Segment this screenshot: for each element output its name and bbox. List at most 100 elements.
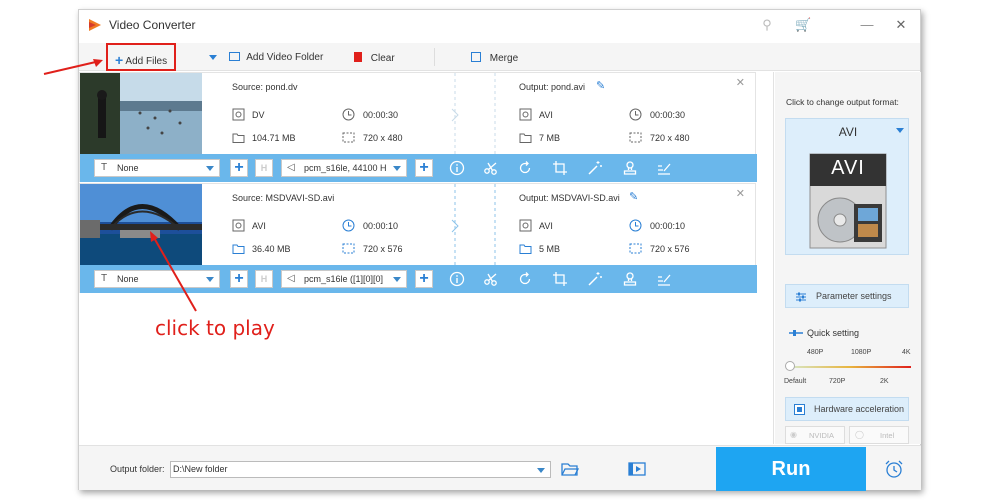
chevron-down-icon[interactable] — [537, 468, 545, 473]
output-format-selector[interactable]: AVI AVI — [785, 118, 909, 255]
video-thumbnail[interactable] — [80, 73, 202, 154]
video-thumbnail[interactable] — [80, 184, 202, 265]
quality-slider-track[interactable] — [789, 366, 911, 368]
info-icon[interactable] — [449, 271, 465, 287]
file-list: Source: pond.dv DV 00:00:30 104.71 MB 72… — [79, 72, 774, 444]
dropdown-arrow-icon[interactable] — [209, 55, 217, 60]
file-item[interactable]: Source: pond.dv DV 00:00:30 104.71 MB 72… — [79, 72, 757, 182]
edit-pencil-icon[interactable]: ✎ — [629, 190, 638, 203]
hardsub-icon[interactable]: H — [255, 270, 273, 288]
close-window-button[interactable]: ✕ — [893, 17, 909, 33]
quality-slider-handle[interactable] — [785, 361, 795, 371]
format-icon — [232, 108, 245, 121]
quality-label-480p: 480P — [807, 349, 824, 356]
add-subtitle-button[interactable]: + — [230, 270, 248, 288]
output-folder-input[interactable]: D:\New folder — [170, 461, 551, 478]
output-size: 7 MB — [539, 133, 561, 143]
output-format: AVI — [539, 221, 553, 231]
format-icon — [519, 219, 532, 232]
source-resolution: 720 x 576 — [363, 244, 403, 254]
source-size: 36.40 MB — [252, 244, 291, 254]
merge-button[interactable]: Merge — [471, 51, 518, 64]
chevron-down-icon — [206, 166, 214, 171]
folder-icon — [519, 133, 532, 143]
subtitle-select[interactable]: T None — [94, 270, 220, 288]
speaker-icon: ◁ — [287, 273, 295, 284]
intel-option[interactable]: ◯ Intel — [849, 426, 909, 444]
add-files-button[interactable]: + Add Files — [115, 51, 167, 68]
output-format: AVI — [539, 110, 553, 120]
resolution-icon — [629, 132, 642, 143]
nvidia-logo-icon: ◉ — [790, 430, 797, 439]
quality-label-default: Default — [784, 378, 807, 385]
cart-icon[interactable]: 🛒 — [795, 17, 811, 33]
output-duration: 00:00:30 — [650, 110, 686, 120]
app-window: Video Converter ⚲ 🛒 — ✕ + Add Files Add … — [78, 9, 921, 491]
hardsub-icon[interactable]: H — [255, 159, 273, 177]
folder-icon — [232, 244, 245, 254]
crop-icon[interactable] — [552, 271, 568, 287]
remove-file-button[interactable]: ✕ — [736, 76, 745, 89]
effects-wand-icon[interactable] — [587, 271, 603, 287]
output-duration: 00:00:10 — [650, 221, 686, 231]
subtitle-select[interactable]: T None — [94, 159, 220, 177]
subtitle-edit-icon[interactable] — [656, 271, 672, 287]
scissors-icon[interactable] — [483, 271, 499, 287]
folder-icon — [519, 244, 532, 254]
toolbar-divider — [434, 48, 435, 66]
open-folder-icon[interactable] — [561, 461, 579, 477]
output-resolution: 720 x 576 — [650, 244, 690, 254]
file-item[interactable]: Source: MSDVAVI-SD.avi AVI 00:00:10 36.4… — [79, 183, 757, 293]
audio-track-select[interactable]: ◁ pcm_s16le, 44100 H — [281, 159, 407, 177]
selected-format-label: AVI — [838, 125, 858, 139]
clock-icon — [629, 108, 642, 121]
clear-button[interactable]: Clear — [354, 51, 395, 64]
effects-wand-icon[interactable] — [587, 160, 603, 176]
annotation-caption: click to play — [155, 316, 275, 340]
source-format: AVI — [252, 221, 266, 231]
clock-icon — [629, 219, 642, 232]
hardware-acceleration-toggle[interactable]: Hardware acceleration — [785, 397, 909, 421]
crop-icon[interactable] — [552, 160, 568, 176]
folder-icon — [232, 133, 245, 143]
resolution-icon — [342, 243, 355, 254]
parameter-settings-button[interactable]: Parameter settings — [785, 284, 909, 308]
nvidia-option[interactable]: ◉ NVIDIA — [785, 426, 845, 444]
output-folder-label: Output folder: — [110, 464, 165, 474]
edit-toolbar: T None + H ◁ pcm_s16le, 44100 H + — [80, 154, 757, 182]
edit-pencil-icon[interactable]: ✎ — [596, 79, 605, 92]
subtitle-edit-icon[interactable] — [656, 160, 672, 176]
output-resolution: 720 x 480 — [650, 133, 690, 143]
rotate-icon[interactable] — [517, 160, 533, 176]
watermark-stamp-icon[interactable] — [622, 160, 638, 176]
alarm-clock-icon[interactable] — [884, 459, 904, 479]
avi-icon-label: AVI — [831, 157, 865, 179]
clock-icon — [342, 108, 355, 121]
output-video-icon[interactable] — [628, 461, 646, 477]
output-name: Output: MSDVAVI-SD.avi — [519, 193, 620, 203]
quick-setting-icon — [789, 330, 803, 336]
quality-label-4k: 4K — [902, 349, 911, 356]
add-subtitle-button[interactable]: + — [230, 159, 248, 177]
run-button[interactable]: Run — [716, 447, 866, 491]
remove-file-button[interactable]: ✕ — [736, 187, 745, 200]
add-audio-button[interactable]: + — [415, 270, 433, 288]
key-icon[interactable]: ⚲ — [759, 17, 775, 33]
hw-accel-checkbox[interactable] — [794, 404, 805, 415]
rotate-icon[interactable] — [517, 271, 533, 287]
add-video-folder-button[interactable]: Add Video Folder — [229, 51, 323, 63]
source-resolution: 720 x 480 — [363, 133, 403, 143]
resolution-icon — [342, 132, 355, 143]
watermark-stamp-icon[interactable] — [622, 271, 638, 287]
audio-track-select[interactable]: ◁ pcm_s16le ([1][0][0] — [281, 270, 407, 288]
output-name: Output: pond.avi — [519, 82, 586, 92]
quality-label-720p: 720P — [829, 378, 846, 385]
scissors-icon[interactable] — [483, 160, 499, 176]
minimize-button[interactable]: — — [859, 17, 875, 33]
app-logo-icon — [89, 19, 101, 31]
clock-icon — [342, 219, 355, 232]
source-format: DV — [252, 110, 265, 120]
add-audio-button[interactable]: + — [415, 159, 433, 177]
output-format-panel: Click to change output format: AVI AVI P… — [775, 72, 921, 444]
info-icon[interactable] — [449, 160, 465, 176]
